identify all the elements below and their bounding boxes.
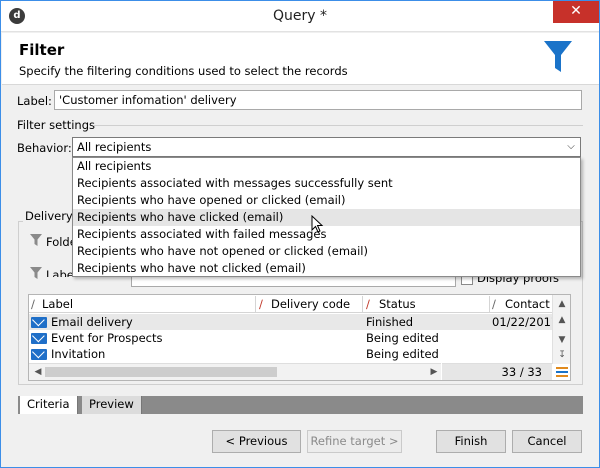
email-delivery-icon bbox=[31, 317, 47, 328]
horizontal-scrollbar[interactable]: ◀ ▶ bbox=[29, 363, 441, 380]
window-title: Query * bbox=[273, 8, 327, 24]
behavior-options-list: All recipients Recipients associated wit… bbox=[72, 157, 581, 277]
column-header-contact-date[interactable]: Contact d bbox=[505, 297, 551, 311]
previous-button[interactable]: < Previous bbox=[212, 430, 301, 453]
row-status: Being edited bbox=[366, 347, 439, 361]
behavior-select[interactable]: All recipients ⌵ bbox=[72, 137, 581, 157]
scroll-thumb[interactable] bbox=[45, 367, 277, 377]
display-proofs-label: Display proofs bbox=[477, 277, 559, 285]
column-divider[interactable] bbox=[489, 296, 490, 312]
label-field-label: Label: bbox=[17, 94, 52, 108]
label-input[interactable]: 'Customer infomation' delivery bbox=[54, 90, 582, 110]
mouse-pointer-icon bbox=[311, 215, 324, 233]
page-subtitle: Specify the filtering conditions used to… bbox=[19, 64, 348, 78]
section-divider bbox=[93, 125, 583, 126]
behavior-option[interactable]: Recipients who have not clicked (email) bbox=[73, 260, 580, 277]
close-button[interactable]: ✕ bbox=[553, 1, 599, 23]
behavior-option-hovered[interactable]: Recipients who have clicked (email) bbox=[73, 209, 580, 226]
label-contains-input[interactable] bbox=[131, 277, 456, 287]
behavior-selected-value: All recipients bbox=[77, 140, 152, 154]
scroll-right-icon[interactable]: ▶ bbox=[425, 365, 443, 379]
grid-pager: 33 / 33 bbox=[442, 363, 552, 380]
scroll-down-icon[interactable]: ▼ bbox=[553, 333, 571, 347]
behavior-option[interactable]: Recipients associated with messages succ… bbox=[73, 175, 580, 192]
row-contact-date: 01/22/2017 bbox=[492, 315, 559, 329]
folder-filter-icon bbox=[30, 234, 42, 246]
vertical-scrollbar[interactable]: ▲ ▲ ▼ ↧ bbox=[552, 295, 570, 364]
sort-icon: ∕ bbox=[366, 297, 370, 311]
sort-icon: ∕ bbox=[492, 297, 496, 311]
column-header-status[interactable]: Status bbox=[379, 297, 416, 311]
table-row[interactable]: Event for Prospects Being edited bbox=[29, 330, 552, 346]
refine-target-button[interactable]: Refine target > bbox=[307, 430, 402, 453]
title-bar: d Query * ✕ bbox=[1, 1, 599, 32]
row-label: Email delivery bbox=[51, 315, 133, 329]
column-settings-icon[interactable] bbox=[556, 366, 568, 378]
table-row[interactable]: Email delivery Finished 01/22/2017 bbox=[29, 314, 558, 330]
tab-criteria[interactable]: Criteria bbox=[20, 396, 78, 414]
query-window: d Query * ✕ Filter Specify the filtering… bbox=[0, 0, 600, 468]
label-filter-icon bbox=[30, 267, 42, 279]
filter-funnel-icon bbox=[544, 41, 572, 72]
scroll-bottom-icon[interactable]: ↧ bbox=[553, 348, 571, 362]
bottom-tab-bar: Criteria Preview bbox=[18, 396, 583, 414]
filter-settings-title: Filter settings bbox=[17, 118, 95, 132]
delivery-grid: ∕ Label ∕ Delivery code ∕ Status ∕ Conta… bbox=[28, 294, 571, 381]
row-label: Invitation bbox=[51, 347, 106, 361]
table-row[interactable]: Invitation Being edited bbox=[29, 346, 552, 362]
behavior-option[interactable]: Recipients who have not opened or clicke… bbox=[73, 243, 580, 260]
column-header-label[interactable]: Label bbox=[42, 297, 73, 311]
delivery-group-title: Delivery bbox=[23, 209, 75, 223]
scroll-up-icon[interactable]: ▲ bbox=[553, 297, 571, 311]
cancel-button[interactable]: Cancel bbox=[512, 430, 582, 453]
scroll-top-icon[interactable]: ▲ bbox=[553, 313, 571, 327]
behavior-option[interactable]: Recipients associated with failed messag… bbox=[73, 226, 580, 243]
chevron-down-icon[interactable]: ⌵ bbox=[562, 138, 580, 156]
wizard-header: Filter Specify the filtering conditions … bbox=[2, 33, 599, 85]
behavior-option[interactable]: All recipients bbox=[73, 158, 580, 175]
row-label: Event for Prospects bbox=[51, 331, 163, 345]
display-proofs-checkbox[interactable] bbox=[461, 277, 473, 285]
behavior-label: Behavior: bbox=[17, 141, 72, 155]
sort-icon: ∕ bbox=[259, 297, 263, 311]
grid-header: ∕ Label ∕ Delivery code ∕ Status ∕ Conta… bbox=[29, 295, 552, 313]
sort-icon: ∕ bbox=[31, 297, 35, 311]
email-delivery-icon bbox=[31, 333, 47, 344]
column-divider[interactable] bbox=[255, 296, 256, 312]
column-header-delivery-code[interactable]: Delivery code bbox=[271, 297, 350, 311]
finish-button[interactable]: Finish bbox=[436, 430, 506, 453]
close-icon: ✕ bbox=[570, 3, 582, 19]
page-title: Filter bbox=[19, 41, 65, 59]
column-divider[interactable] bbox=[362, 296, 363, 312]
row-status: Finished bbox=[366, 315, 414, 329]
tab-preview[interactable]: Preview bbox=[82, 396, 142, 414]
behavior-option[interactable]: Recipients who have opened or clicked (e… bbox=[73, 192, 580, 209]
email-delivery-icon bbox=[31, 349, 47, 360]
row-status: Being edited bbox=[366, 331, 439, 345]
